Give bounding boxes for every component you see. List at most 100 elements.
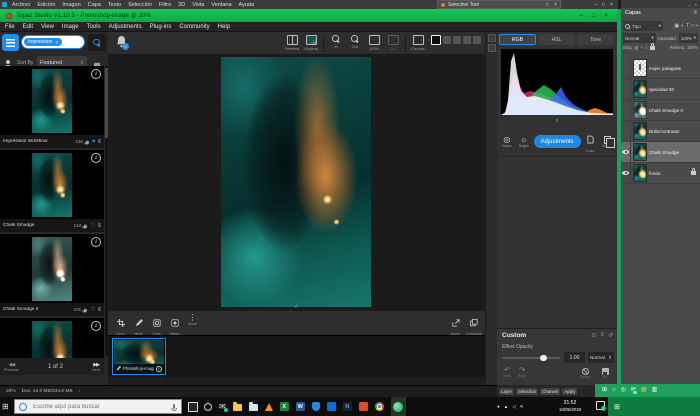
heal-tool[interactable]: Heal <box>131 314 146 336</box>
document-icon[interactable]: ▥ <box>652 387 658 394</box>
tab-tone[interactable]: Tone <box>577 34 614 45</box>
target-icon[interactable]: ◎ <box>621 387 626 394</box>
taskbar-search[interactable] <box>14 399 182 414</box>
reset-icon[interactable]: ↺ <box>608 332 613 339</box>
filter-shape-icon[interactable]: □ <box>691 21 694 31</box>
filter-smart-icon[interactable]: ▪ <box>696 21 698 31</box>
bright-button[interactable]: ☼ Bright <box>517 135 531 148</box>
fit-button[interactable]: Fit <box>384 34 402 51</box>
folder-app-icon[interactable] <box>249 404 258 411</box>
start-button[interactable]: ⊞ <box>2 402 9 411</box>
view-mode-icon[interactable] <box>453 36 461 44</box>
basic-button[interactable]: ◎ Basic <box>500 135 514 148</box>
minimize-icon[interactable]: – <box>580 13 583 19</box>
menu-community[interactable]: Community <box>179 24 209 30</box>
filter-pixel-icon[interactable]: ▣ <box>674 21 679 31</box>
view-mode-single-icon[interactable] <box>431 35 441 45</box>
apply-button[interactable]: Apply <box>448 314 463 336</box>
info-icon[interactable]: i <box>91 237 101 247</box>
menu-archivo[interactable]: Archivo <box>12 2 30 8</box>
dock-toggle-icon[interactable] <box>488 44 496 52</box>
view-mode-icon[interactable] <box>473 36 481 44</box>
grid-icon[interactable]: ⊞ <box>614 403 620 411</box>
zoom-out-button[interactable]: Out <box>346 34 364 49</box>
effect-opacity-slider[interactable] <box>502 357 560 359</box>
previous-page-button[interactable]: ◀◀ Previous <box>4 362 19 372</box>
active-app[interactable] <box>391 397 406 416</box>
app-icon[interactable] <box>204 403 212 411</box>
mask-tool[interactable]: Mask <box>167 314 182 336</box>
canvas-button[interactable]: Canvas <box>409 34 427 51</box>
channel-button[interactable]: Channel <box>540 388 560 395</box>
search-input[interactable]: Impression × <box>21 35 85 49</box>
layer-row[interactable]: Chalk Smudge II <box>621 100 700 121</box>
selection-button[interactable]: Selection <box>516 388 538 395</box>
preview-button[interactable]: Preview <box>283 34 301 51</box>
layer-row-selected[interactable]: Chalk Smudge <box>621 142 700 163</box>
lock-transparency-icon[interactable]: ▨ <box>635 45 639 50</box>
original-button[interactable]: Original <box>302 34 320 51</box>
preset-card[interactable]: i Impression Workflow 136 ♥ ≡ <box>0 66 104 148</box>
favorite-icon[interactable]: ♡ <box>90 222 95 229</box>
tray-icon[interactable]: ● <box>497 404 500 409</box>
thumbs-up-icon[interactable] <box>84 139 90 145</box>
visibility-toggle[interactable] <box>621 100 631 120</box>
opacity-value[interactable]: 1.00 <box>564 352 585 363</box>
layers-tab[interactable]: Capas <box>625 10 641 16</box>
mail-icon[interactable]: ✉ <box>631 387 636 394</box>
minimize-icon[interactable]: – <box>594 2 597 8</box>
remove-image-icon[interactable]: × <box>156 366 162 372</box>
preset-card[interactable]: i Chalk Smudge 134 ♡ ≡ <box>0 150 104 232</box>
list-icon[interactable]: ≡ <box>97 307 101 313</box>
collapse-chevron-icon[interactable]: ∧ <box>555 117 559 124</box>
filter-adjustment-icon[interactable]: ◐ <box>681 21 684 31</box>
save-icon[interactable]: ▤ <box>641 387 647 394</box>
maximize-icon[interactable]: □ <box>546 2 549 8</box>
close-icon[interactable]: × <box>610 2 613 8</box>
vlc-icon[interactable] <box>265 403 273 411</box>
tab-rgb[interactable]: RGB <box>499 34 536 45</box>
taskbar-clock[interactable]: 21:52 10/05/2018 <box>548 400 592 412</box>
menu-icon[interactable]: ≡ <box>600 332 604 339</box>
chrome-icon[interactable] <box>375 402 384 411</box>
zoom-100-button[interactable]: 100% <box>365 34 383 51</box>
menu-help[interactable]: Help <box>218 24 230 30</box>
cancel-button[interactable]: Cancel <box>577 368 593 379</box>
tab-hsl[interactable]: HSL <box>538 34 575 45</box>
view-mode-icon[interactable] <box>463 36 471 44</box>
maximize-icon[interactable]: □ <box>602 2 605 8</box>
menu-seleccion[interactable]: Selección <box>128 2 152 8</box>
menu-button[interactable] <box>2 34 19 51</box>
filter-type-icon[interactable]: T <box>686 21 689 31</box>
panel-menu-icon[interactable]: ≡ <box>693 10 697 16</box>
redo-button[interactable]: ↷ Redo <box>516 367 528 378</box>
info-icon[interactable]: i <box>91 321 101 331</box>
excel-icon[interactable]: X <box>280 402 289 411</box>
selective-tool-window[interactable]: Selective Tool □ × <box>437 0 561 9</box>
menu-view[interactable]: View <box>41 24 54 30</box>
search-button[interactable] <box>88 34 106 51</box>
preset-card[interactable]: i Chalk Smudge II 101 ♡ ≡ <box>0 234 104 316</box>
opacity-select[interactable]: 100% ▾ <box>679 33 698 43</box>
list-icon[interactable]: ≡ <box>97 139 101 145</box>
app-icon[interactable] <box>359 402 368 411</box>
word-icon[interactable]: W <box>296 402 305 411</box>
favorite-icon[interactable]: ♥ <box>92 139 96 145</box>
ok-button[interactable]: OK <box>599 368 611 379</box>
menu-ventana[interactable]: Ventana <box>211 2 231 8</box>
search-tag[interactable]: Impression × <box>24 38 62 46</box>
tray-icon[interactable]: ✕ <box>520 404 524 410</box>
lock-all-icon[interactable] <box>650 46 655 50</box>
apply-button[interactable]: Apply <box>562 388 577 395</box>
menu-texto[interactable]: Texto <box>108 2 121 8</box>
layer-row[interactable]: fondo <box>621 163 700 184</box>
menu-capa[interactable]: Capa <box>88 2 101 8</box>
menu-vista[interactable]: Vista <box>192 2 204 8</box>
volume-icon[interactable]: ◁ <box>512 404 515 410</box>
layer-row[interactable]: mujer paraguas <box>621 58 700 79</box>
menu-image[interactable]: Image <box>62 24 79 30</box>
clear-tag-icon[interactable]: × <box>55 40 58 45</box>
close-icon[interactable]: × <box>604 13 608 19</box>
visibility-toggle[interactable] <box>621 163 631 183</box>
close-icon[interactable]: × <box>554 2 557 8</box>
